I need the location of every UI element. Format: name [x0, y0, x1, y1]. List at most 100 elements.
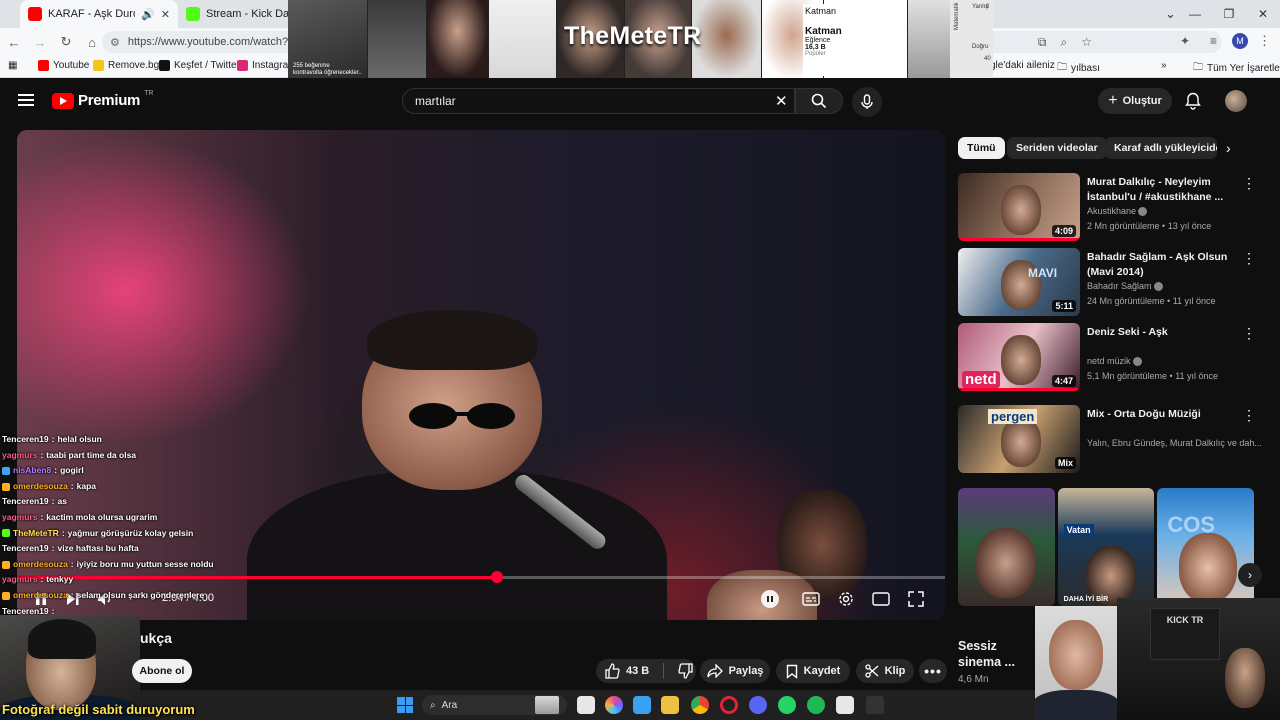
copilot-icon[interactable] [605, 696, 623, 714]
reading-list-icon[interactable]: ≡ [1210, 34, 1217, 48]
clip-button[interactable]: Klip [856, 659, 914, 683]
short-item[interactable]: COŞ [1157, 488, 1255, 606]
bookmark-label: gle'daki aileniz [990, 60, 1055, 71]
more-vert-icon[interactable]: ⋮ [1242, 175, 1256, 192]
chevron-right-icon[interactable]: › [1226, 140, 1231, 156]
speaker-icon[interactable]: 🔊 [141, 8, 155, 21]
all-bookmarks[interactable]: 🗀 Tüm Yer İşaretleri [1193, 60, 1280, 77]
recommended-video[interactable]: 4:47 netd Deniz Seki - Aşk netd müzik 5,1 Mn… [958, 323, 1258, 393]
subscribe-button[interactable]: Abone ol [132, 659, 192, 683]
zoom-icon[interactable]: ⌕ [1061, 35, 1068, 50]
video-title[interactable]: Mix - Orta Doğu Müziği [1087, 407, 1237, 422]
extensions-icon[interactable]: ✦ [1180, 34, 1190, 48]
youtube-logo[interactable]: Premium TR [52, 90, 153, 109]
save-button[interactable]: Kaydet [776, 659, 850, 683]
minimize-icon[interactable]: — [1178, 0, 1212, 28]
bookmark-youtube[interactable]: Youtube [38, 60, 89, 71]
windows-start-icon[interactable] [397, 697, 413, 713]
video-thumbnail[interactable]: Mix pergen [958, 405, 1080, 473]
share-button[interactable]: Paylaş [700, 659, 770, 683]
recommended-video[interactable]: Mix pergen Mix - Orta Doğu Müziği Yalın, Eb… [958, 405, 1262, 475]
voice-search-button[interactable] [852, 87, 882, 117]
more-vert-icon[interactable]: ⋮ [1242, 407, 1256, 424]
account-avatar[interactable] [1225, 90, 1247, 112]
autoplay-toggle[interactable] [761, 590, 779, 608]
video-thumbnail[interactable]: 4:09 [958, 173, 1080, 241]
theater-mode-button[interactable] [871, 589, 891, 609]
like-button[interactable]: 43 B [604, 663, 649, 679]
chip-all[interactable]: Tümü [958, 137, 1005, 159]
store-icon[interactable] [836, 696, 854, 714]
more-actions-button[interactable]: ••• [919, 659, 947, 683]
close-window-icon[interactable]: ✕ [1246, 0, 1280, 28]
folder-icon[interactable] [661, 696, 679, 714]
apps-grid-icon[interactable]: ▦ [8, 60, 17, 71]
browser-menu-icon[interactable]: ⋮ [1258, 33, 1271, 49]
more-bookmarks-button[interactable]: » [1161, 60, 1167, 71]
bookmark-twitter[interactable]: Keşfet / Twitter [159, 60, 240, 71]
forward-icon[interactable]: → [28, 30, 52, 54]
opera-icon[interactable] [720, 696, 738, 714]
chat-text: kactim mola olursa ugrarim [46, 511, 158, 522]
more-vert-icon[interactable]: ⋮ [1242, 325, 1256, 342]
chip-uploader[interactable]: Karaf adlı yükleyiciden [1105, 137, 1217, 159]
short-title[interactable]: Sessiz sinema ... [958, 638, 1028, 670]
reload-icon[interactable]: ↻ [54, 30, 78, 54]
fullscreen-button[interactable] [906, 589, 926, 609]
chat-message: yagmurs : kactim mola olursa ugrarim [2, 510, 232, 526]
capcut-icon[interactable] [866, 696, 884, 714]
video-title[interactable]: Bahadır Sağlam - Aşk Olsun (Mavi 2014) [1087, 250, 1237, 280]
dislike-button[interactable] [678, 663, 694, 679]
tablet-icon[interactable] [633, 696, 651, 714]
hamburger-menu-icon[interactable] [18, 94, 34, 106]
create-button[interactable]: + Oluştur [1098, 88, 1172, 114]
chat-message: Tenceren19 : as [2, 494, 232, 510]
video-progress-knob[interactable] [490, 571, 503, 583]
notifications-bell-icon[interactable] [1185, 92, 1201, 110]
search-button[interactable] [795, 88, 843, 114]
browser-tab-youtube[interactable]: KARAF - Aşk Durdukça - Yo 🔊 ✕ [20, 0, 178, 28]
home-icon[interactable]: ⌂ [80, 30, 104, 54]
video-title[interactable]: Murat Dalkılıç - Neyleyim İstanbul'u / #… [1087, 175, 1237, 205]
settings-button[interactable] [836, 589, 856, 609]
subtitles-button[interactable] [801, 589, 821, 609]
profile-avatar[interactable]: M [1232, 33, 1248, 49]
short-item[interactable]: Vatan DAHA İYİ BİR [1057, 488, 1155, 606]
maximize-icon[interactable]: ❐ [1212, 0, 1246, 28]
channel-name[interactable]: netd müzik [1087, 356, 1142, 367]
chip-series[interactable]: Seriden videolar [1007, 137, 1107, 159]
tab-search-icon[interactable]: ⌄ [1165, 6, 1176, 22]
recommended-video[interactable]: 4:09 Murat Dalkılıç - Neyleyim İstanbul'u… [958, 173, 1258, 243]
chrome-icon[interactable] [691, 696, 709, 714]
video-thumbnail[interactable]: 5:11 MAVI [958, 248, 1080, 316]
close-tab-icon[interactable]: ✕ [161, 8, 170, 21]
chat-separator: : [40, 574, 44, 585]
chat-username: omerdesouza [13, 558, 68, 569]
recommended-video[interactable]: 5:11 MAVI Bahadır Sağlam - Aşk Olsun (Mavi… [958, 248, 1258, 318]
bookmark-folder-yilbasi[interactable]: 🗀 yılbası [1057, 60, 1100, 77]
install-app-icon[interactable]: ⧉ [1038, 35, 1047, 50]
search-input[interactable]: martılar [402, 88, 795, 114]
video-title[interactable]: Deniz Seki - Aşk [1087, 325, 1237, 340]
shorts-next-button[interactable]: › [1238, 563, 1262, 587]
widget-icon[interactable] [535, 696, 559, 714]
bookmark-family[interactable]: gle'daki aileniz [990, 60, 1055, 71]
clear-search-icon[interactable]: ✕ [775, 92, 788, 110]
spotify-icon[interactable] [807, 696, 825, 714]
bookmark-label: Tüm Yer İşaretleri [1207, 63, 1280, 74]
site-info-icon[interactable]: ⚙ [110, 36, 120, 49]
video-thumbnail[interactable]: 4:47 netd [958, 323, 1080, 391]
channel-name[interactable]: Bahadır Sağlam [1087, 281, 1163, 292]
bookmark-removebg[interactable]: Remove.bg [93, 60, 159, 71]
discord-icon[interactable] [749, 696, 767, 714]
channel-name[interactable]: Yalın, Ebru Gündeş, Murat Dalkılıç ve da… [1087, 438, 1262, 448]
channel-name[interactable]: Akustikhane [1087, 206, 1148, 217]
bookmark-star-icon[interactable]: ☆ [1081, 35, 1092, 49]
file-explorer-icon[interactable] [577, 696, 595, 714]
short-item[interactable] [958, 488, 1055, 606]
more-vert-icon[interactable]: ⋮ [1242, 250, 1256, 267]
whatsapp-icon[interactable] [778, 696, 796, 714]
back-icon[interactable]: ← [2, 30, 26, 54]
video-duration: Mix [1054, 457, 1076, 469]
scissors-icon [864, 664, 879, 678]
